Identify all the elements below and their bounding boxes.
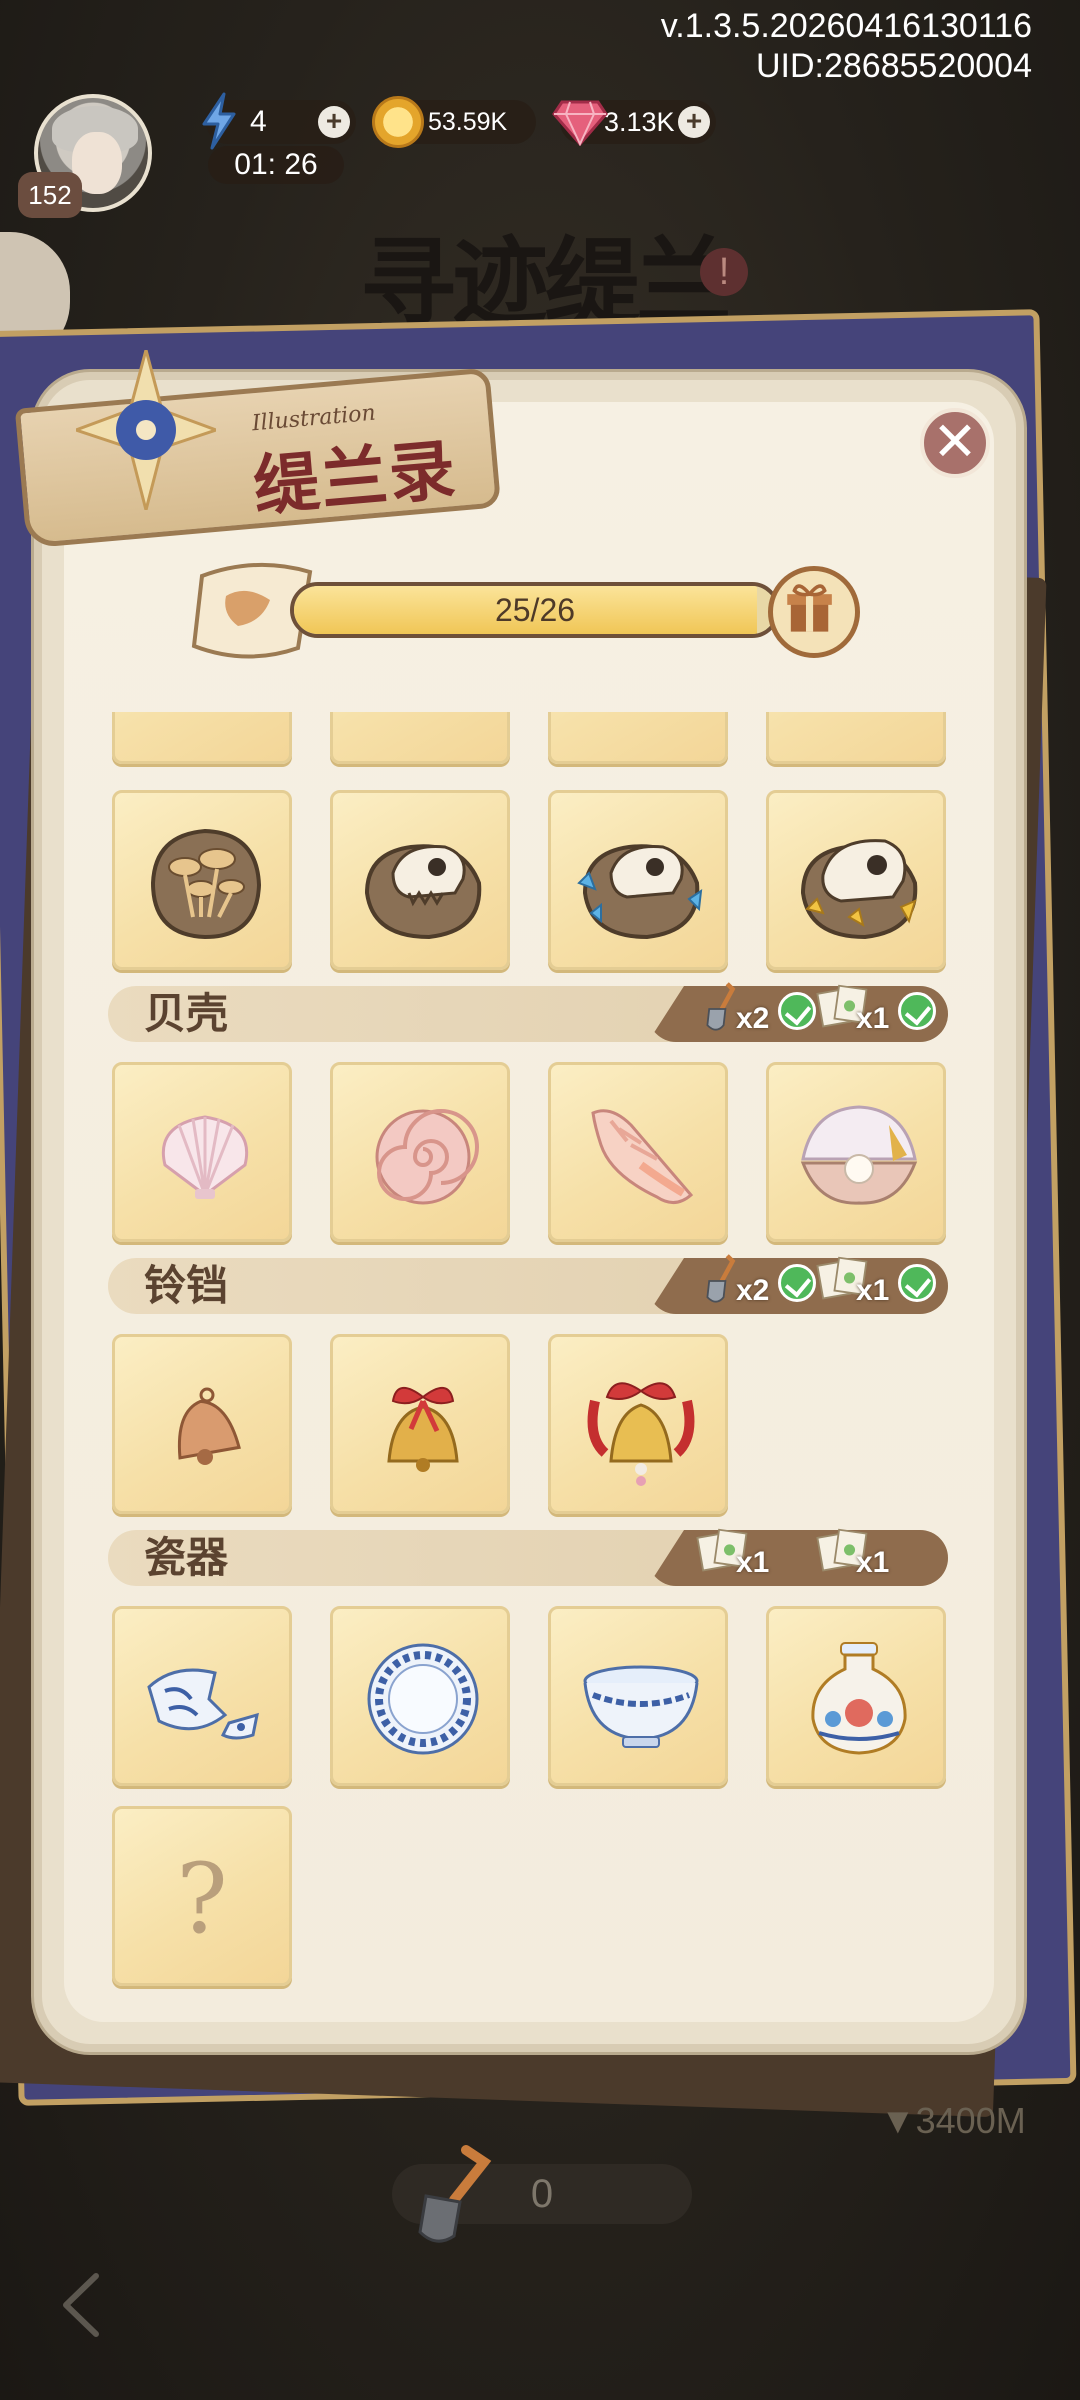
- item-mushroom-fossil[interactable]: [112, 790, 292, 970]
- item-snail-shell[interactable]: [330, 1062, 510, 1242]
- collection-item[interactable]: [330, 712, 510, 764]
- reward-shovel[interactable]: x2: [702, 1250, 822, 1318]
- claimed-check-icon: [898, 992, 936, 1030]
- shovel-count-value: 0: [530, 2172, 554, 2216]
- category-bar-shells: 贝壳 x2 x1: [108, 982, 948, 1042]
- item-blue-white-bowl[interactable]: [548, 1606, 728, 1786]
- item-gold-ribbon-bell[interactable]: [548, 1334, 728, 1514]
- energy-value: 4: [250, 105, 267, 138]
- mushroom-fossil-icon: [150, 828, 262, 940]
- gem-value: 3.13K: [604, 107, 675, 137]
- category-label: 贝壳: [144, 989, 229, 1038]
- item-scallop-shell[interactable]: [112, 1062, 292, 1242]
- item-unknown[interactable]: ?: [112, 1806, 292, 1986]
- version-text: v.1.3.5.20260416130116: [660, 7, 1032, 45]
- gem-icon: [552, 100, 608, 146]
- shovel-icon[interactable]: [396, 2140, 506, 2250]
- reward-amount: x1: [856, 1002, 890, 1035]
- reward-card-pack[interactable]: x1: [816, 1522, 942, 1590]
- item-conch-shell[interactable]: [548, 1062, 728, 1242]
- shovel-icon: [706, 1254, 736, 1303]
- reward-card-pack[interactable]: x1: [696, 1522, 822, 1590]
- uid-text: UID:28685520004: [755, 47, 1032, 85]
- add-gem-button[interactable]: +: [678, 106, 710, 138]
- reward-card-pack[interactable]: x1: [816, 1250, 942, 1318]
- shovel-icon: [706, 982, 736, 1031]
- collection-item[interactable]: [548, 712, 728, 764]
- blue-white-bowl-icon: [583, 1665, 699, 1748]
- category-label: 铃铛: [144, 1261, 229, 1310]
- reward-amount: x2: [736, 1002, 770, 1035]
- reward-shovel[interactable]: x2: [702, 978, 822, 1046]
- pearl-clam-icon: [800, 1105, 918, 1205]
- floral-vase-icon: [811, 1642, 907, 1755]
- reward-amount: x2: [736, 1274, 770, 1307]
- reward-card-pack[interactable]: x1: [816, 978, 942, 1046]
- collection-grid[interactable]: 贝壳 x2 x1 铃铛 x2 x1 瓷器 x1 x1 ?: [90, 712, 990, 2012]
- item-pearl-clam[interactable]: [766, 1062, 946, 1242]
- lightning-icon: [202, 92, 236, 150]
- add-energy-button[interactable]: +: [318, 106, 350, 138]
- gold-ribbon-bell-icon: [587, 1382, 695, 1486]
- depth-indicator: ▼3400M: [880, 2100, 1026, 2141]
- item-skull-fossil[interactable]: [330, 790, 510, 970]
- gold-skull-fossil-icon: [800, 839, 918, 940]
- category-bar-bells: 铃铛 x2 x1: [108, 1254, 948, 1314]
- progress-text: 25/26: [494, 592, 576, 628]
- claimed-check-icon: [898, 1264, 936, 1302]
- copper-bell-icon: [177, 1387, 241, 1465]
- category-bar-porcelain: 瓷器 x1 x1: [108, 1528, 948, 1586]
- blue-white-plate-icon: [367, 1643, 479, 1755]
- compass-star-icon: [76, 350, 216, 510]
- item-broken-porcelain[interactable]: [112, 1606, 292, 1786]
- claimed-check-icon: [778, 992, 816, 1030]
- scallop-shell-icon: [161, 1115, 249, 1199]
- conch-shell-icon: [591, 1109, 694, 1204]
- collection-progress-bar: 25/26: [290, 582, 780, 638]
- warning-icon[interactable]: !: [700, 248, 748, 296]
- item-crystal-skull-fossil[interactable]: [548, 790, 728, 970]
- gift-reward-button[interactable]: [768, 566, 860, 658]
- skull-fossil-icon: [364, 844, 482, 940]
- collection-item[interactable]: [766, 712, 946, 764]
- coin-value: 53.59K: [428, 108, 508, 136]
- item-gold-skull-fossil[interactable]: [766, 790, 946, 970]
- version-info: v.1.3.5.20260416130116 UID:28685520004: [661, 6, 1032, 86]
- red-ribbon-bell-icon: [387, 1387, 459, 1472]
- close-button[interactable]: ✕: [920, 408, 990, 478]
- item-copper-bell[interactable]: [112, 1334, 292, 1514]
- gift-icon: [787, 584, 832, 632]
- level-badge: 152: [18, 172, 82, 218]
- reward-amount: x1: [856, 1546, 890, 1579]
- crystal-skull-fossil-icon: [577, 844, 703, 940]
- snail-shell-icon: [375, 1109, 479, 1205]
- item-floral-vase[interactable]: [766, 1606, 946, 1786]
- reward-amount: x1: [856, 1274, 890, 1307]
- panel-title: 缇兰录: [250, 429, 461, 526]
- unknown-item-mark: ?: [176, 1843, 228, 1955]
- category-label: 瓷器: [144, 1533, 229, 1582]
- claimed-check-icon: [778, 1264, 816, 1302]
- reward-amount: x1: [736, 1546, 770, 1579]
- broken-porcelain-icon: [147, 1668, 259, 1740]
- clover-coin-icon: [372, 96, 424, 148]
- energy-timer: 01: 26: [208, 146, 344, 184]
- item-blue-white-plate[interactable]: [330, 1606, 510, 1786]
- item-red-ribbon-bell[interactable]: [330, 1334, 510, 1514]
- back-arrow-icon[interactable]: [52, 2270, 112, 2340]
- collection-item[interactable]: [112, 712, 292, 764]
